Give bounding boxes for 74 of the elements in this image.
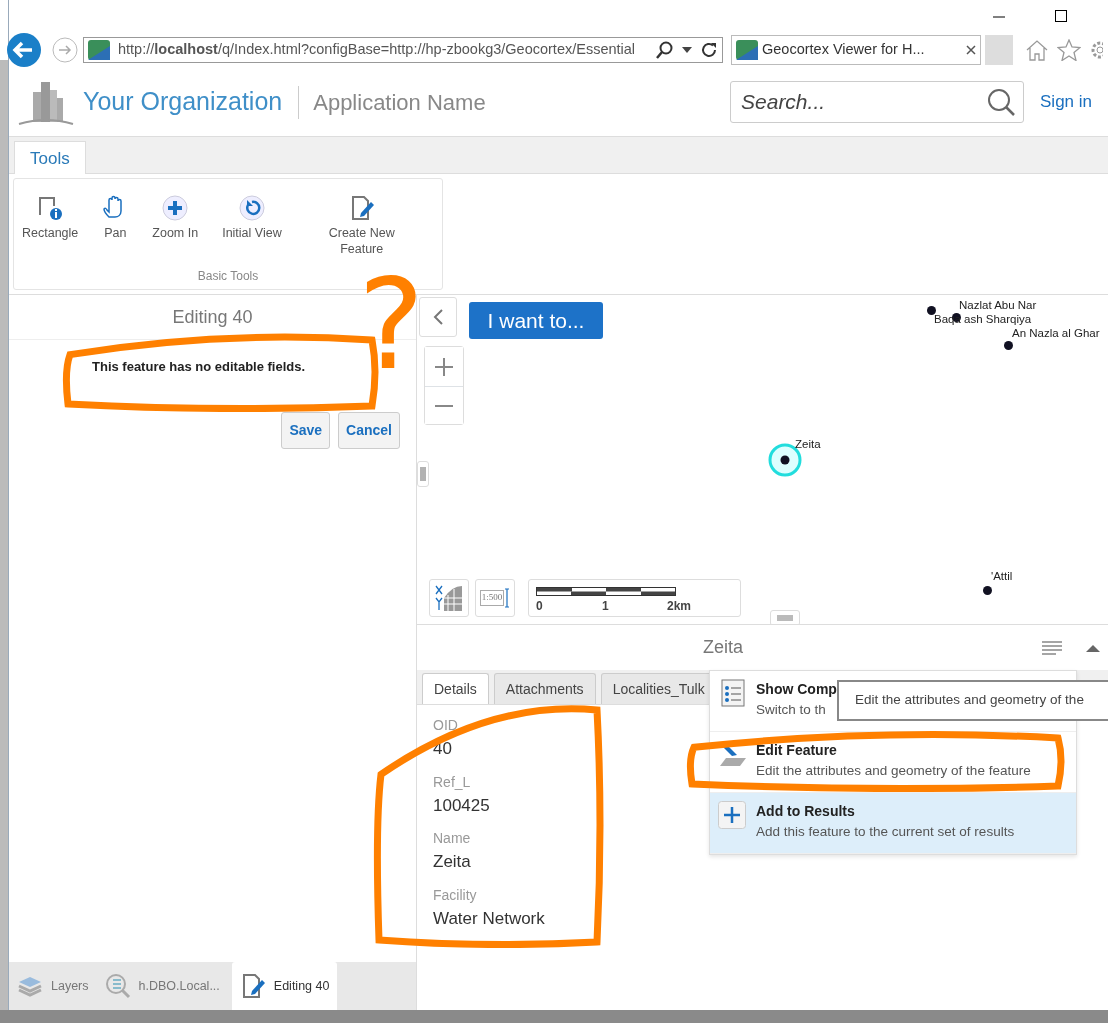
- caret-icon[interactable]: [682, 46, 692, 54]
- field-label: Ref_L: [433, 772, 471, 792]
- group-label: Basic Tools: [196, 268, 260, 285]
- minus-icon: [434, 404, 454, 409]
- grip-icon: [420, 467, 426, 481]
- details-tab[interactable]: Details: [422, 673, 489, 704]
- scale-label: 0: [536, 598, 543, 615]
- field-label: OID: [433, 716, 458, 735]
- url-text: http://localhost/q/Index.html?configBase=http://hp-zbookg3/Geocortex/Essential: [118, 40, 637, 60]
- search-icon[interactable]: [986, 87, 1016, 117]
- panel-tab[interactable]: Layers: [9, 962, 97, 1010]
- chevron-left-icon: [432, 309, 444, 325]
- coordinates-button[interactable]: [429, 579, 469, 617]
- scale-label: 1: [602, 598, 609, 615]
- settings-icon[interactable]: [1089, 39, 1103, 61]
- tab-title: Geocortex Viewer for H...: [762, 40, 926, 60]
- splitter-handle[interactable]: [417, 461, 429, 487]
- plus-icon: [718, 801, 748, 829]
- panel-handle[interactable]: [770, 610, 800, 624]
- rectangle-info-icon: [37, 195, 64, 221]
- list-icon: [718, 679, 748, 707]
- field-label: Name: [433, 829, 471, 848]
- grip-icon: [777, 615, 793, 621]
- panel-tab[interactable]: h.DBO.Local...: [96, 962, 228, 1010]
- i-want-to-button[interactable]: I want to...: [469, 302, 603, 339]
- cancel-button[interactable]: Cancel: [338, 412, 400, 449]
- menu-icon[interactable]: [1042, 639, 1062, 656]
- close-icon[interactable]: [966, 45, 976, 55]
- ribbon-tab[interactable]: Tools: [14, 141, 86, 174]
- maximize-icon[interactable]: [1054, 9, 1068, 23]
- tool-button[interactable]: Initial View: [222, 195, 282, 242]
- menu-item[interactable]: Add to Results Add this feature to the current set of results: [710, 793, 1076, 854]
- scale-label: 2km: [667, 598, 692, 615]
- refresh-icon[interactable]: [700, 41, 718, 59]
- favicon-icon: [736, 40, 758, 60]
- tool-button[interactable]: Zoom In: [152, 195, 199, 242]
- search-field[interactable]: Search...: [730, 81, 1024, 123]
- search-icon[interactable]: [656, 41, 674, 59]
- field-value: Zeita: [433, 851, 471, 873]
- details-tab[interactable]: Attachments: [493, 673, 596, 704]
- collapse-button[interactable]: [419, 297, 457, 337]
- favicon-icon: [88, 40, 110, 60]
- place-label: Nazlat Abu Nar: [959, 300, 1037, 312]
- star-icon[interactable]: [1057, 39, 1081, 61]
- field-value: 100425: [433, 794, 490, 817]
- zoom-out-button[interactable]: [425, 385, 463, 424]
- panel-tab[interactable]: Editing 40: [231, 962, 338, 1010]
- tool-button[interactable]: Pan: [102, 195, 129, 242]
- message-text: This feature has no editable fields.: [92, 358, 306, 376]
- place-label: 'Attil: [991, 571, 1013, 583]
- place-label: An Nazla al Ghar: [1012, 328, 1100, 340]
- reset-circle-icon: [238, 195, 265, 221]
- magnifier-list-icon: [104, 973, 131, 999]
- organization-name: Your Organization: [83, 86, 283, 118]
- save-button[interactable]: Save: [281, 412, 331, 449]
- field-value: Water Network: [433, 907, 545, 930]
- tool-button[interactable]: Rectangle: [22, 195, 79, 242]
- place-label: Zeita: [795, 439, 821, 451]
- forward-icon[interactable]: [51, 36, 79, 64]
- address-bar[interactable]: http://localhost/q/Index.html?configBase=http://hp-zbookg3/Geocortex/Essential: [83, 37, 723, 63]
- browser-tab[interactable]: Geocortex Viewer for H...: [731, 35, 981, 65]
- panel-title: Zeita: [703, 636, 744, 659]
- caret-up-icon[interactable]: [1086, 643, 1100, 652]
- field-label: Facility: [433, 885, 477, 905]
- plus-icon: [434, 356, 454, 377]
- plus-circle-icon: [162, 195, 189, 221]
- tool-button[interactable]: Create New Feature: [321, 195, 402, 258]
- tooltip: Edit the attributes and geometry of the: [837, 680, 1108, 721]
- scale-button[interactable]: 1:500: [475, 579, 515, 617]
- sign-in-link[interactable]: Sign in: [1040, 89, 1092, 115]
- bracket-icon: [504, 588, 511, 608]
- application-name: Application Name: [298, 85, 486, 119]
- home-icon[interactable]: [1025, 39, 1049, 61]
- xy-grid-icon: [434, 584, 464, 612]
